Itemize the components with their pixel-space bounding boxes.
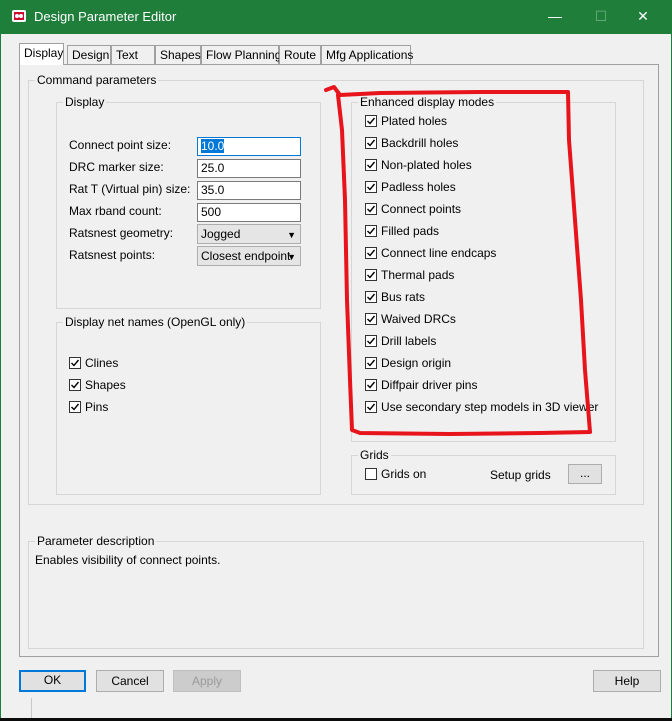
chevron-down-icon: ▼	[287, 252, 296, 262]
checkbox-icon	[365, 159, 377, 171]
grids-group: Grids Grids on Setup grids ...	[351, 448, 616, 495]
checkbox-icon	[69, 401, 81, 413]
connect-line-endcaps-label: Connect line endcaps	[381, 246, 497, 260]
ratsnest-geometry-select[interactable]: Jogged ▼	[197, 224, 301, 244]
checkbox-icon	[365, 379, 377, 391]
design-parameter-editor-window: Design Parameter Editor — ☐ ✕ Display De…	[0, 0, 672, 718]
parameter-description-group: Parameter description Enables visibility…	[28, 534, 644, 649]
checkbox-icon	[365, 203, 377, 215]
setup-grids-label: Setup grids	[490, 468, 551, 482]
tab-text[interactable]: Text	[111, 45, 155, 64]
checkbox-icon	[365, 335, 377, 347]
design-origin-label: Design origin	[381, 356, 452, 370]
tab-mfg-applications[interactable]: Mfg Applications	[321, 45, 413, 64]
checkbox-icon	[69, 357, 81, 369]
connect-point-size-input[interactable]: 10.0	[197, 137, 301, 156]
net-names-legend: Display net names (OpenGL only)	[63, 315, 248, 329]
chevron-down-icon: ▼	[287, 230, 296, 240]
minimize-icon[interactable]: —	[541, 6, 569, 26]
checkbox-icon	[365, 269, 377, 281]
maximize-icon[interactable]: ☐	[587, 6, 615, 26]
plated-holes-label: Plated holes	[381, 114, 448, 128]
setup-grids-button[interactable]: ...	[568, 464, 602, 484]
checkbox-icon	[69, 379, 81, 391]
status-separator	[31, 698, 32, 718]
use-secondary-step-models-in-3d-viewer-label: Use secondary step models in 3D viewer	[381, 400, 599, 414]
checkbox-icon	[365, 247, 377, 259]
ratsnest-points-value: Closest endpoint	[201, 249, 291, 263]
close-icon[interactable]: ✕	[629, 6, 657, 26]
filled-pads-label: Filled pads	[381, 224, 440, 238]
display-legend: Display	[63, 95, 107, 109]
backdrill-holes-label: Backdrill holes	[381, 136, 459, 150]
app-icon	[11, 8, 27, 24]
max-rband-count-label: Max rband count:	[69, 204, 162, 218]
ratsnest-geometry-label: Ratsnest geometry:	[69, 226, 174, 240]
padless-holes-label: Padless holes	[381, 180, 456, 194]
tab-display[interactable]: Display	[19, 43, 64, 65]
checkbox-icon	[365, 225, 377, 237]
ratsnest-points-label: Ratsnest points:	[69, 248, 156, 262]
waived-drcs-label: Waived DRCs	[381, 312, 456, 326]
command-parameters-group: Command parameters Display Connect point…	[28, 73, 644, 505]
connect-point-size-label: Connect point size:	[69, 138, 172, 152]
tab-flow-planning[interactable]: Flow Planning	[201, 45, 281, 64]
tab-design[interactable]: Design	[67, 45, 111, 64]
drc-marker-size-input[interactable]: 25.0	[197, 159, 301, 178]
cancel-button[interactable]: Cancel	[96, 670, 164, 692]
checkbox-icon	[365, 401, 377, 413]
pins-label: Pins	[85, 400, 109, 414]
drc-marker-size-label: DRC marker size:	[69, 160, 164, 174]
clines-label: Clines	[85, 356, 119, 370]
diffpair-driver-pins-label: Diffpair driver pins	[381, 378, 478, 392]
display-group: Display Connect point size: 10.0 DRC mar…	[56, 95, 321, 309]
parameter-description-legend: Parameter description	[35, 534, 157, 548]
thermal-pads-label: Thermal pads	[381, 268, 455, 282]
checkbox-icon	[365, 181, 377, 193]
rat-t-size-input[interactable]: 35.0	[197, 181, 301, 200]
enhanced-display-modes-legend: Enhanced display modes	[358, 95, 497, 109]
checkbox-icon	[365, 137, 377, 149]
shapes-label: Shapes	[85, 378, 126, 392]
rat-t-size-label: Rat T (Virtual pin) size:	[69, 182, 191, 196]
display-tab-panel: Command parameters Display Connect point…	[19, 64, 659, 657]
command-parameters-legend: Command parameters	[35, 73, 159, 87]
checkbox-icon	[365, 115, 377, 127]
help-button[interactable]: Help	[593, 670, 661, 692]
net-names-group: Display net names (OpenGL only) Clines S…	[56, 315, 321, 495]
tab-shapes[interactable]: Shapes	[155, 45, 201, 64]
drill-labels-label: Drill labels	[381, 334, 437, 348]
apply-button[interactable]: Apply	[173, 670, 241, 692]
ok-button[interactable]: OK	[19, 670, 86, 692]
ratsnest-points-select[interactable]: Closest endpoint ▼	[197, 246, 301, 266]
grids-legend: Grids	[358, 448, 391, 462]
connect-points-label: Connect points	[381, 202, 462, 216]
title-bar[interactable]: Design Parameter Editor — ☐ ✕	[1, 0, 672, 34]
max-rband-count-input[interactable]: 500	[197, 203, 301, 222]
checkbox-icon	[365, 468, 377, 480]
ratsnest-geometry-value: Jogged	[201, 227, 241, 241]
enhanced-display-modes-group: Enhanced display modes Plated holes Backd…	[351, 95, 616, 442]
non-plated-holes-label: Non-plated holes	[381, 158, 472, 172]
parameter-description-text: Enables visibility of connect points.	[35, 553, 221, 567]
tab-route[interactable]: Route	[279, 45, 321, 64]
checkbox-icon	[365, 313, 377, 325]
checkbox-icon	[365, 291, 377, 303]
checkbox-icon	[365, 357, 377, 369]
bus-rats-label: Bus rats	[381, 290, 426, 304]
grids-on-label: Grids on	[381, 467, 427, 481]
window-title: Design Parameter Editor	[34, 9, 177, 24]
